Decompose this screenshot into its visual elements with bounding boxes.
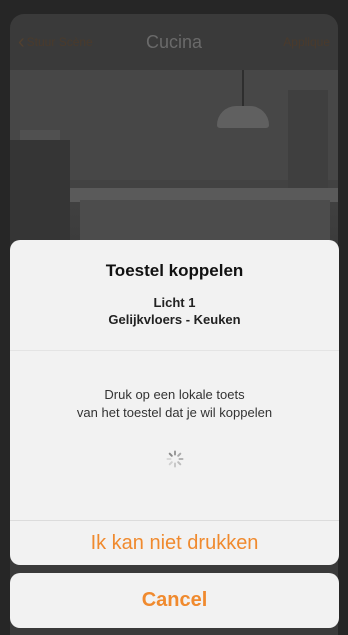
back-button-label: Stuur Scène xyxy=(26,35,93,49)
lamp-cord xyxy=(242,70,244,108)
dialog-divider xyxy=(10,350,339,351)
room-photo xyxy=(10,70,338,260)
back-button[interactable]: ‹ Stuur Scène xyxy=(18,31,93,54)
action-divider xyxy=(10,520,339,521)
device-name: Licht 1 xyxy=(153,295,196,310)
room-shelf xyxy=(288,90,328,200)
dialog-title: Toestel koppelen xyxy=(105,261,244,280)
device-location: Gelijkvloers - Keuken xyxy=(108,312,241,327)
pair-device-dialog: Toestel koppelen Licht 1 Gelijkvloers - … xyxy=(10,240,339,565)
apply-button[interactable]: Applique xyxy=(283,35,330,49)
top-navigation-bar: ‹ Stuur Scène Cucina Applique xyxy=(10,14,338,70)
pendant-lamp xyxy=(217,106,269,128)
cancel-button[interactable]: Cancel xyxy=(10,573,339,628)
chevron-left-icon: ‹ xyxy=(18,30,25,53)
loading-spinner-icon xyxy=(166,450,184,468)
instruction-line-1: Druk op een lokale toets xyxy=(104,387,245,402)
cannot-press-button[interactable]: Ik kan niet drukken xyxy=(10,522,339,565)
instruction-line-2: van het toestel dat je wil koppelen xyxy=(76,405,273,420)
app-screen: ‹ Stuur Scène Cucina Applique Toestel ko… xyxy=(0,0,348,635)
